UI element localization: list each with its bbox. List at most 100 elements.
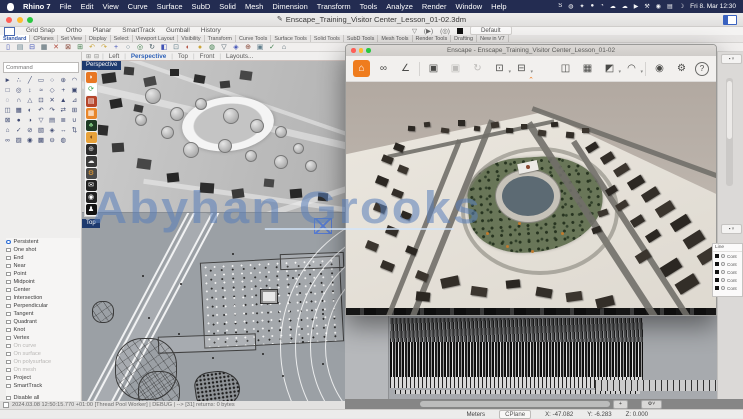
export-image-button[interactable]: ⊟▾ [513,60,530,77]
help-button[interactable]: ? [695,62,709,76]
view-gear-button[interactable]: ⚙˅ [641,400,662,409]
osnap-checkbox[interactable] [6,376,11,381]
gem-icon[interactable]: ◈ [231,43,241,52]
osnap-checkbox[interactable] [6,320,11,325]
palette-tool-icon[interactable]: ╱ [24,76,35,85]
palette-tool-icon[interactable]: ▨ [13,136,24,145]
panorama-button[interactable]: ◠▾ [623,60,640,77]
enscape-logo-icon[interactable]: ◗ [86,72,97,83]
osnap-checkbox[interactable] [6,264,11,269]
layer-visibility-toggle[interactable] [721,262,725,266]
osnap-row-on-curve[interactable]: On curve [6,342,80,350]
undo-icon[interactable]: ↶ [87,43,97,52]
materials-icon[interactable]: ▤ [86,96,97,107]
print-icon[interactable]: ▦ [39,43,49,52]
walk-mode-button[interactable]: ∠ [397,60,414,77]
enscape-close-button[interactable] [351,48,356,53]
list-icon[interactable]: ▤ [667,3,673,10]
osnap-row-on-surface[interactable]: On surface [6,350,80,358]
horizontal-scrollbar[interactable]: + ⚙˅ [345,399,743,409]
toggle-gumball[interactable]: Gumball [166,27,190,34]
home-view-icon[interactable]: ⌂ [279,43,289,52]
rotate-view-icon[interactable]: ↻ [147,43,157,52]
panel-options-button-2[interactable]: ▪ ˅ [721,224,742,234]
batch-render-button[interactable]: ▣ [447,60,464,77]
palette-tool-icon[interactable]: ► [2,76,13,85]
units-label[interactable]: Meters [466,411,485,418]
palette-tool-icon[interactable]: ↕ [24,86,35,95]
menu-render[interactable]: Render [422,2,447,11]
osnap-row-persistent[interactable]: Persistent [6,238,80,246]
osnap-checkbox[interactable] [6,396,11,401]
menu-surface[interactable]: Surface [157,2,183,11]
account-icon[interactable]: ♟ [86,204,97,215]
palette-tool-icon[interactable]: ◌ [2,96,13,105]
palette-tool-icon[interactable]: ▧ [35,126,46,135]
perspective-viewport-label[interactable]: Perspective [82,61,121,70]
sidebar-toggle-icon[interactable] [723,15,737,25]
moon-icon[interactable]: ☽ [679,3,684,10]
tab-display[interactable]: Display [86,35,111,42]
minimize-button[interactable] [17,17,23,23]
check-icon[interactable]: ✓ [267,43,277,52]
tab-select[interactable]: Select [111,35,133,42]
top-viewport-label[interactable]: Top [82,219,100,228]
tab-render-tools[interactable]: Render Tools [413,35,452,42]
color-swatch[interactable] [457,28,463,34]
palette-tool-icon[interactable]: ↷ [47,106,58,115]
menu-file[interactable]: File [60,2,72,11]
control-center-icon[interactable]: ◉ [656,3,661,10]
record-icon[interactable]: (◎) [440,27,450,35]
toggle-ortho[interactable]: Ortho [66,27,82,34]
render-icon[interactable]: ◍ [207,43,217,52]
palette-tool-icon[interactable]: ◉ [24,136,35,145]
osnap-row-tangent[interactable]: Tangent [6,310,80,318]
sync-view-button[interactable]: ↻ [469,60,486,77]
live-updates-button[interactable]: ⊡▾ [491,60,508,77]
new-file-icon[interactable]: ▯ [3,43,13,52]
palette-tool-icon[interactable]: ◑ [24,116,35,125]
palette-tool-icon[interactable]: ◇ [47,86,58,95]
palette-tool-icon[interactable]: ⌂ [2,126,13,135]
osnap-checkbox[interactable] [6,328,11,333]
tab-subd-tools[interactable]: SubD Tools [344,35,378,42]
palette-tool-icon[interactable]: ⊘ [24,126,35,135]
palette-tool-icon[interactable]: ↔ [58,126,69,135]
palette-tool-icon[interactable]: ✕ [47,96,58,105]
layer-visibility-toggle[interactable] [721,278,725,282]
shadow-icon[interactable]: ◐ [183,43,193,52]
site-context-icon[interactable]: ◖ [86,132,97,143]
scrollbar-thumb[interactable] [420,401,610,408]
osnap-checkbox[interactable] [6,360,11,365]
palette-tool-icon[interactable]: ○ [47,76,58,85]
layer-row[interactable]: Cont [713,252,742,260]
palette-tool-icon[interactable]: △ [24,96,35,105]
menu-edit[interactable]: Edit [81,2,94,11]
enscape-render-view[interactable] [346,82,716,315]
menu-curve[interactable]: Curve [128,2,148,11]
osnap-row-end[interactable]: End [6,254,80,262]
tab-transform[interactable]: Transform [205,35,236,42]
layer-visibility-toggle[interactable] [721,286,725,290]
osnap-checkbox[interactable] [6,288,11,293]
toggle-history[interactable]: History [201,27,221,34]
palette-tool-icon[interactable]: ∩ [13,96,24,105]
palette-tool-icon[interactable]: ◍ [58,136,69,145]
osnap-checkbox[interactable] [6,336,11,341]
enscape-minimize-button[interactable] [359,48,364,53]
redo-icon[interactable]: ↷ [99,43,109,52]
close-button[interactable] [6,17,12,23]
vr-headset-button[interactable]: ◫ [557,60,574,77]
osnap-row-midpoint[interactable]: Midpoint [6,278,80,286]
toggle-smarttrack[interactable]: SmartTrack [122,27,155,34]
layer-visibility-toggle[interactable] [721,254,725,258]
about-icon[interactable]: ◉ [86,192,97,203]
layer-row[interactable]: Cont [713,260,742,268]
zoom-button[interactable] [27,17,33,23]
palette-tool-icon[interactable]: ⊠ [2,116,13,125]
palette-tool-icon[interactable]: ● [13,116,24,125]
menu-transform[interactable]: Transform [317,2,351,11]
viewport-tab-front[interactable]: Front [195,53,220,60]
osnap-checkbox[interactable] [6,296,11,301]
osnap-radio[interactable] [6,240,11,245]
